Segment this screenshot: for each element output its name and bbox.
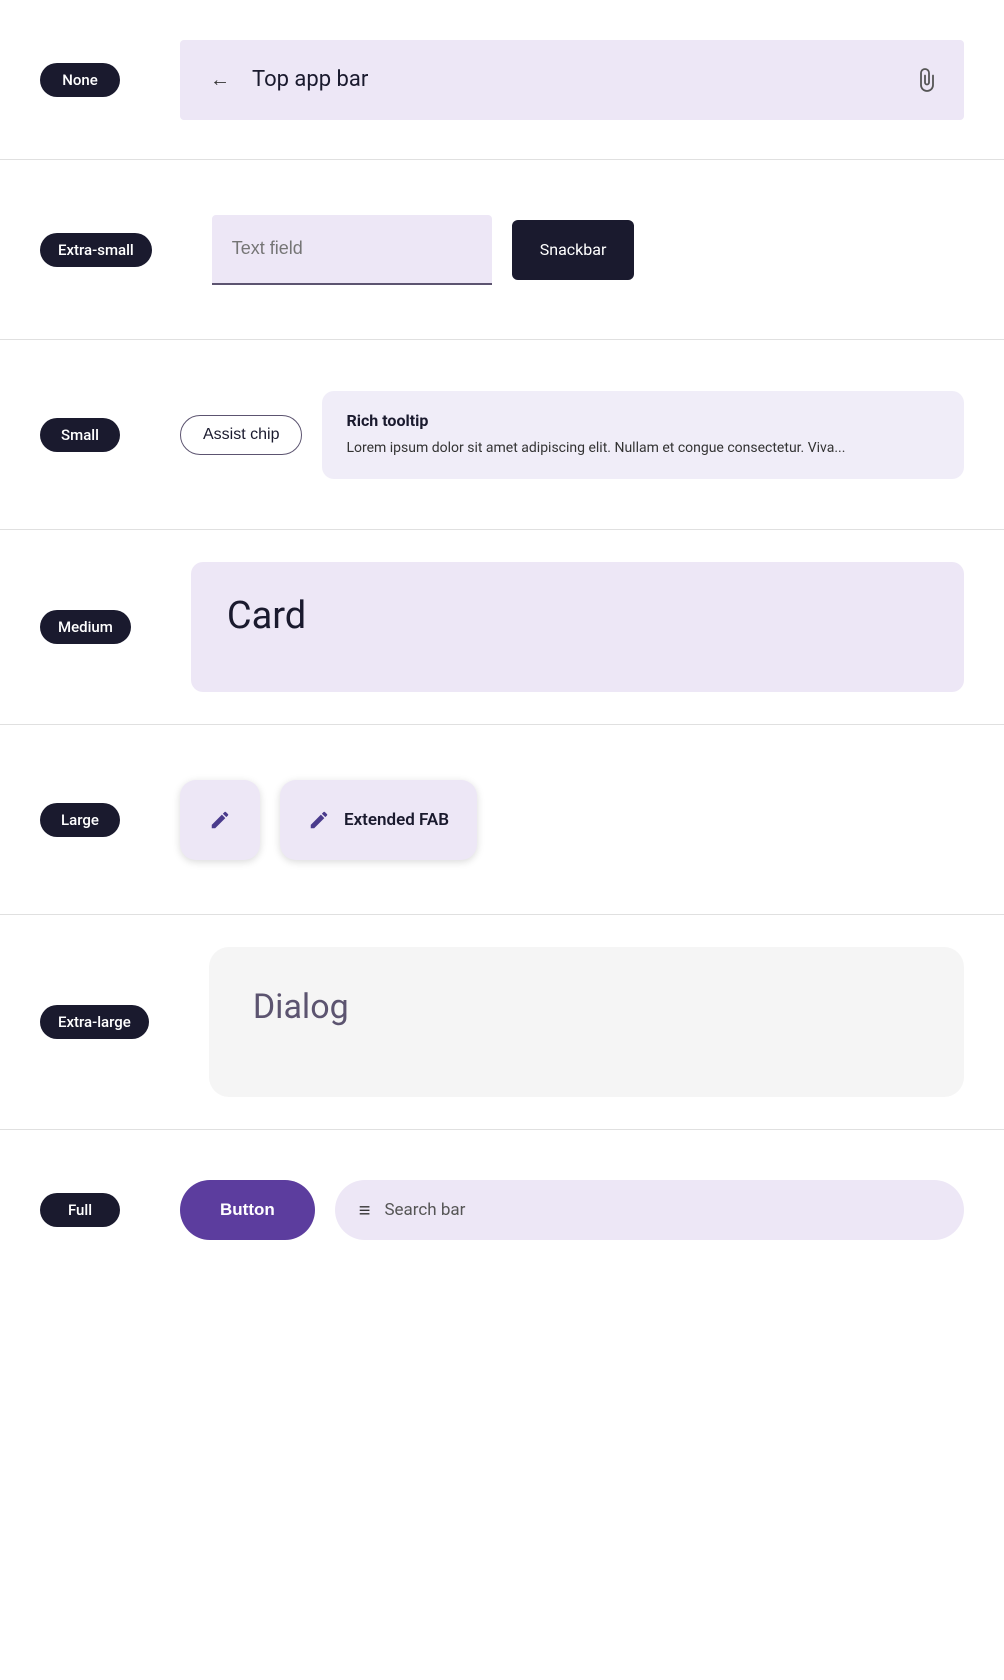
row-small: Small Assist chip Rich tooltip Lorem ips… bbox=[0, 340, 1004, 530]
none-content: ← Top app bar bbox=[180, 40, 964, 120]
full-content: Button ≡ Search bar bbox=[180, 1180, 964, 1240]
dialog-title: Dialog bbox=[253, 987, 349, 1027]
row-medium: Medium Card bbox=[0, 530, 1004, 725]
row-large: Large Extended FAB bbox=[0, 725, 1004, 915]
text-field-input[interactable] bbox=[212, 215, 492, 285]
full-badge: Full bbox=[40, 1193, 120, 1227]
rich-tooltip: Rich tooltip Lorem ipsum dolor sit amet … bbox=[322, 391, 964, 479]
row-extra-large: Extra-large Dialog bbox=[0, 915, 1004, 1130]
extra-small-badge: Extra-small bbox=[40, 233, 152, 267]
row-full: Full Button ≡ Search bar bbox=[0, 1130, 1004, 1290]
extra-small-content: Snackbar bbox=[212, 215, 964, 285]
medium-badge: Medium bbox=[40, 610, 131, 644]
extra-large-content: Dialog bbox=[209, 947, 964, 1097]
snackbar: Snackbar bbox=[512, 220, 635, 280]
medium-content: Card bbox=[191, 562, 964, 692]
extended-fab-pencil-icon bbox=[308, 809, 330, 831]
large-badge: Large bbox=[40, 803, 120, 837]
row-none: None ← Top app bar bbox=[0, 0, 1004, 160]
fab-button[interactable] bbox=[180, 780, 260, 860]
search-bar[interactable]: ≡ Search bar bbox=[335, 1180, 964, 1240]
card-title: Card bbox=[227, 594, 306, 638]
large-content: Extended FAB bbox=[180, 780, 964, 860]
menu-icon: ≡ bbox=[359, 1198, 371, 1223]
rich-tooltip-title: Rich tooltip bbox=[346, 411, 940, 430]
extended-fab-button[interactable]: Extended FAB bbox=[280, 780, 477, 860]
dialog: Dialog bbox=[209, 947, 964, 1097]
small-content: Assist chip Rich tooltip Lorem ipsum dol… bbox=[180, 391, 964, 479]
fab-pencil-icon bbox=[209, 809, 231, 831]
back-icon[interactable]: ← bbox=[204, 64, 236, 96]
top-app-bar-title: Top app bar bbox=[252, 67, 892, 92]
paperclip-icon bbox=[913, 67, 935, 93]
card: Card bbox=[191, 562, 964, 692]
small-badge: Small bbox=[40, 418, 120, 452]
search-bar-label: Search bar bbox=[384, 1200, 465, 1220]
assist-chip[interactable]: Assist chip bbox=[180, 415, 302, 455]
none-badge: None bbox=[40, 63, 120, 97]
top-app-bar: ← Top app bar bbox=[180, 40, 964, 120]
button[interactable]: Button bbox=[180, 1180, 315, 1240]
rich-tooltip-body: Lorem ipsum dolor sit amet adipiscing el… bbox=[346, 438, 940, 459]
extended-fab-label: Extended FAB bbox=[344, 810, 449, 830]
row-extra-small: Extra-small Snackbar bbox=[0, 160, 1004, 340]
extra-large-badge: Extra-large bbox=[40, 1005, 149, 1039]
attach-icon[interactable] bbox=[908, 64, 940, 96]
